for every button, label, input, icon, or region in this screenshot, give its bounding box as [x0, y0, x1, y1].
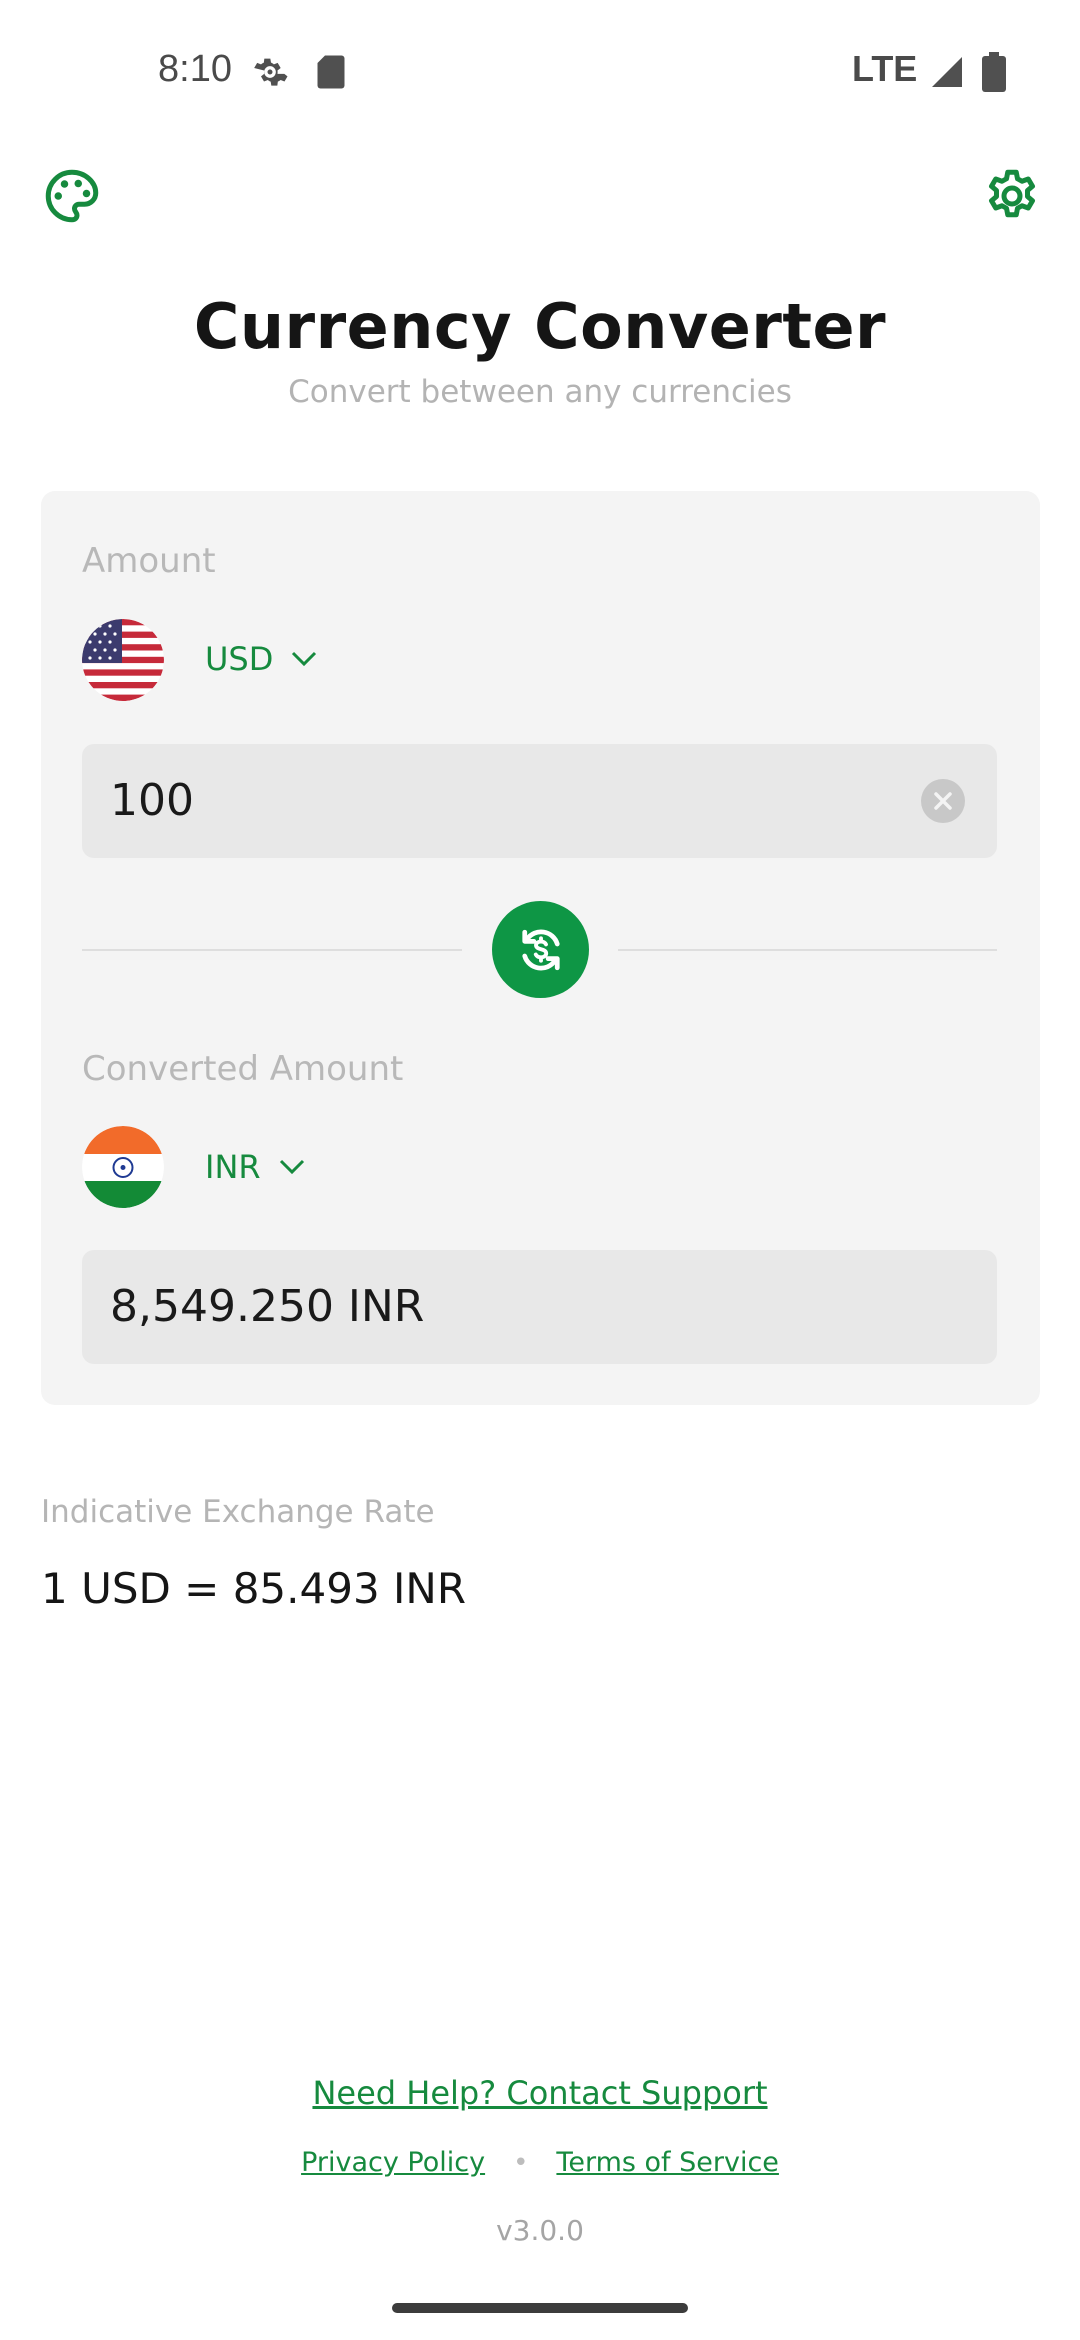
- india-flag-icon: [82, 1126, 164, 1208]
- legal-links: Privacy Policy • Terms of Service: [0, 2147, 1080, 2178]
- network-type: LTE: [852, 48, 918, 89]
- terms-of-service-link[interactable]: Terms of Service: [556, 2147, 779, 2178]
- page-title: Currency Converter: [193, 290, 887, 363]
- swap-currency-icon: [521, 928, 560, 971]
- home-indicator[interactable]: [392, 2303, 688, 2313]
- from-currency-code: USD: [205, 640, 274, 678]
- converted-amount-label: Converted Amount: [82, 1049, 404, 1089]
- chevron-down-icon: [292, 651, 317, 667]
- app-version: v3.0.0: [496, 2214, 584, 2247]
- divider-left: [82, 949, 462, 951]
- status-bar: 8:10 LTE: [0, 0, 1080, 140]
- clear-input-button[interactable]: [921, 779, 965, 823]
- converted-amount-field: 8,549.250 INR: [82, 1250, 997, 1364]
- divider-right: [618, 949, 997, 951]
- chevron-down-icon: [279, 1159, 304, 1175]
- contact-support-label: Need Help? Contact Support: [312, 2074, 768, 2112]
- privacy-policy-link[interactable]: Privacy Policy: [301, 2147, 485, 2178]
- contact-support-link[interactable]: Need Help? Contact Support: [0, 2074, 1080, 2112]
- separator-dot: •: [513, 2147, 529, 2178]
- close-icon: [934, 792, 952, 810]
- sd-card-icon: [317, 55, 345, 89]
- settings-gear-icon: [254, 58, 288, 86]
- to-currency-select[interactable]: INR: [205, 1148, 305, 1186]
- amount-input-value: 100: [110, 775, 194, 826]
- to-currency-code: INR: [205, 1148, 261, 1186]
- palette-icon[interactable]: [42, 166, 102, 226]
- signal-icon: [932, 57, 962, 87]
- status-time: 8:10: [158, 48, 232, 90]
- settings-icon[interactable]: [982, 166, 1042, 226]
- amount-input[interactable]: 100: [82, 744, 997, 858]
- exchange-rate-value: 1 USD = 85.493 INR: [41, 1564, 467, 1613]
- us-flag-icon: [82, 619, 164, 701]
- swap-currency-button[interactable]: [492, 901, 589, 998]
- page-subtitle: Convert between any currencies: [288, 374, 792, 410]
- battery-icon: [982, 52, 1006, 92]
- from-currency-select[interactable]: USD: [205, 640, 317, 678]
- converted-amount-value: 8,549.250 INR: [110, 1281, 425, 1332]
- exchange-rate-label: Indicative Exchange Rate: [41, 1494, 435, 1530]
- amount-label: Amount: [82, 541, 216, 581]
